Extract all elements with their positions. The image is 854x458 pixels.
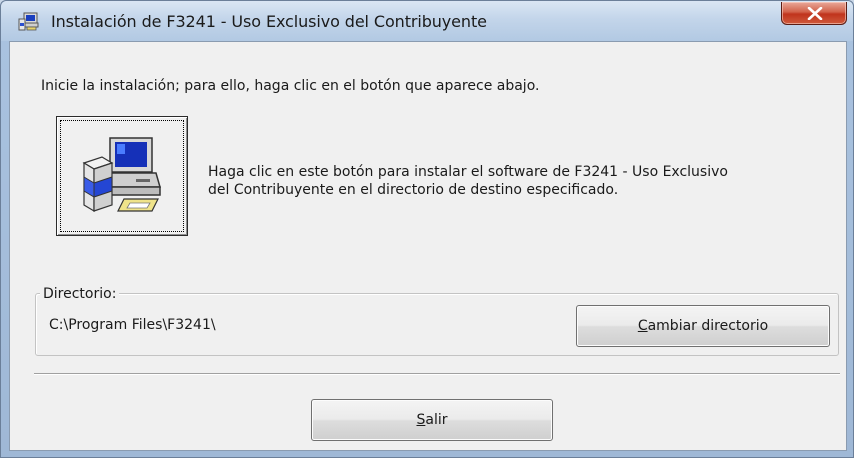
window-title: Instalación de F3241 - Uso Exclusivo del… (51, 12, 487, 31)
directory-group-label: Directorio: (40, 286, 120, 302)
change-directory-button[interactable]: Cambiar directorio (576, 305, 830, 347)
change-directory-label: ambiar directorio (647, 318, 769, 334)
exit-label: alir (425, 412, 448, 428)
separator-line (34, 373, 840, 375)
title-bar[interactable]: Instalación de F3241 - Uso Exclusivo del… (1, 1, 853, 41)
install-description: Haga clic en este botón para instalar el… (208, 163, 808, 199)
installer-computer-icon (18, 12, 40, 32)
close-button[interactable] (781, 2, 847, 25)
directory-path: C:\Program Files\F3241\ (49, 317, 216, 333)
install-button[interactable] (56, 116, 188, 236)
instruction-text: Inicie la instalación; para ello, haga c… (41, 78, 540, 94)
install-description-line-1: Haga clic en este botón para instalar el… (208, 164, 728, 180)
exit-button[interactable]: Salir (311, 399, 553, 441)
close-x-icon (807, 7, 823, 20)
change-directory-mnemonic: C (637, 318, 648, 334)
setup-computer-icon (82, 137, 161, 213)
dialog-client-area (9, 41, 847, 451)
install-description-line-2: del Contribuyente en el directorio de de… (208, 182, 619, 198)
